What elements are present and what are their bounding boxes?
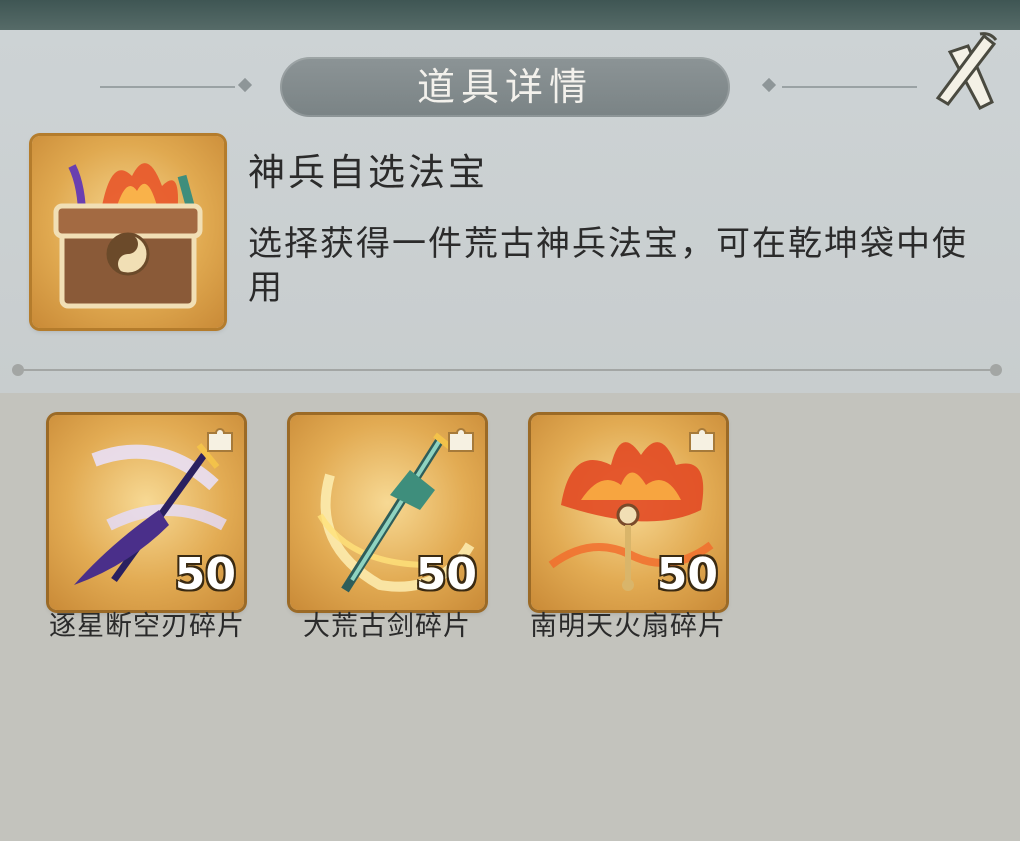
fragment-badge-icon (207, 428, 233, 452)
reward-item-3[interactable]: 50 (531, 415, 726, 610)
section-divider (18, 369, 998, 371)
reward-label: 大荒古剑碎片 (303, 611, 471, 642)
dialog-title: 道具详情 (416, 65, 593, 109)
title-deco-line-right (782, 86, 917, 88)
treasure-chest-icon (32, 136, 224, 328)
reward-item-1[interactable]: 50 (49, 415, 244, 610)
reward-count: 50 (174, 549, 236, 600)
reward-count: 50 (656, 549, 718, 600)
dialog-header: 道具详情 (280, 57, 730, 117)
item-description: 选择获得一件荒古神兵法宝，可在乾坤袋中使用 (248, 224, 968, 308)
close-x-icon (935, 32, 998, 110)
reward-label: 南明天火扇碎片 (530, 611, 726, 642)
reward-label: 逐星断空刃碎片 (49, 611, 245, 642)
item-name: 神兵自选法宝 (248, 151, 488, 194)
reward-count: 50 (415, 549, 477, 600)
close-button[interactable] (930, 30, 1010, 114)
title-deco-line-left (100, 86, 235, 88)
fragment-badge-icon (689, 428, 715, 452)
fragment-badge-icon (448, 428, 474, 452)
top-bar (0, 0, 1020, 30)
reward-item-2[interactable]: 50 (290, 415, 485, 610)
divider-dot-right (990, 364, 1002, 376)
